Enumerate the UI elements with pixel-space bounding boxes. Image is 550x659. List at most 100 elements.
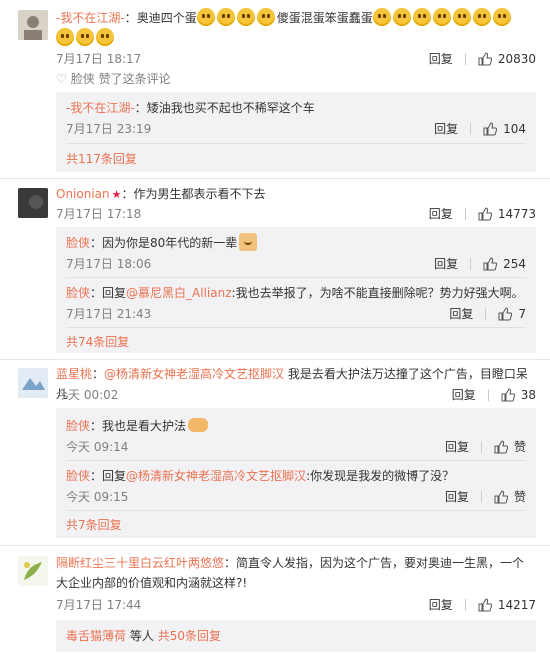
reply-button[interactable]: 回复 — [434, 255, 458, 272]
emoji-icon — [256, 8, 275, 26]
liked-by-note: ♡ 脸侠 赞了这条评论 — [56, 70, 171, 88]
emoji-icon — [216, 8, 235, 26]
reply-text: :我也去举报了，为啥不能直接删除呢？势力好强大啊。 — [231, 286, 524, 300]
emoji-icon — [412, 8, 431, 26]
like-count: 254 — [503, 256, 526, 271]
reply-content: 脸侠：回复@杨清新女神老湿高冷文艺抠脚汉:你发现是我发的微博了没？ — [66, 469, 455, 483]
divider — [0, 178, 550, 179]
like-button[interactable]: 7 — [498, 307, 526, 321]
reply-actions: 回复 赞 — [445, 488, 526, 505]
like-button[interactable]: 赞 — [494, 488, 526, 505]
reply-actions: 回复 赞 — [445, 438, 526, 455]
more-replies-count[interactable]: 共50条回复 — [158, 629, 221, 643]
more-replies-link[interactable]: 共74条回复 — [66, 333, 129, 351]
comment-content: 隔断红尘三十里白云红叶两悠悠：简直令人发指，因为这个广告，要对奥迪一生黑，一个大… — [56, 556, 525, 590]
reply-button[interactable]: 回复 — [452, 386, 476, 403]
emoji-icon — [432, 8, 451, 26]
divider — [470, 122, 472, 135]
reply-button[interactable]: 回复 — [429, 596, 453, 613]
comment-date: 今天 00:02 — [56, 388, 119, 402]
like-count: 14217 — [497, 597, 536, 612]
more-replies-mid: 等人 — [129, 629, 154, 643]
avatar[interactable] — [18, 188, 48, 218]
reply-button[interactable]: 回复 — [429, 205, 453, 222]
reply-actions: 回复 254 — [434, 255, 526, 272]
reply-date: 7月17日 18:06 — [66, 257, 152, 271]
like-button[interactable]: 14217 — [478, 598, 536, 612]
reply-username[interactable]: 脸侠 — [66, 419, 90, 433]
reply-date: 7月17日 21:43 — [66, 307, 152, 321]
emoji-icon — [492, 8, 511, 26]
mention-link[interactable]: @杨清新女神老湿高冷文艺抠脚汉 — [104, 367, 284, 381]
thumbs-up-icon — [494, 439, 508, 453]
like-count: 7 — [518, 306, 526, 321]
reply-username[interactable]: 脸侠 — [66, 469, 90, 483]
more-replies-link[interactable]: 毒舌猫薄荷 等人 共50条回复 — [66, 627, 221, 645]
mention-link[interactable]: @杨清新女神老湿高冷文艺抠脚汉 — [126, 469, 306, 483]
like-button[interactable]: 254 — [483, 257, 526, 271]
emoji-icon — [96, 28, 114, 46]
reply-button[interactable]: 回复 — [449, 305, 473, 322]
thumbs-up-icon — [483, 121, 498, 135]
like-button[interactable]: 赞 — [494, 438, 526, 455]
like-button[interactable]: 38 — [501, 388, 536, 402]
comment-date: 7月17日 17:44 — [56, 598, 142, 612]
thumbs-up-icon — [483, 256, 498, 270]
reply-content: 脸侠：因为你是80年代的新一辈 — [66, 233, 526, 253]
comment-username[interactable]: 隔断红尘三十里白云红叶两悠悠 — [56, 556, 224, 570]
reply-button[interactable]: 回复 — [445, 438, 469, 455]
comment-username[interactable]: 蓝星桃 — [56, 367, 92, 381]
reply-username[interactable]: -我不在江湖- — [66, 101, 135, 115]
reply-text: :你发现是我发的微博了没？ — [306, 469, 455, 483]
more-replies-link[interactable]: 共117条回复 — [66, 150, 137, 168]
reply-button[interactable]: 回复 — [445, 488, 469, 505]
comment-actions: 回复 14773 — [429, 205, 536, 222]
liked-by-text: 脸侠 赞了这条评论 — [70, 72, 171, 86]
comment-text: 作为男生都表示看不下去 — [133, 187, 266, 201]
like-button[interactable]: 20830 — [478, 52, 536, 66]
avatar[interactable] — [18, 10, 48, 40]
divider — [464, 207, 466, 220]
divider — [480, 440, 482, 453]
like-button[interactable]: 14773 — [478, 207, 536, 221]
emoji-icon — [472, 8, 491, 26]
reply-actions: 回复 104 — [434, 120, 526, 137]
like-count: 38 — [520, 387, 536, 402]
mention-link[interactable]: @慕尼黑白_Allianz — [126, 286, 231, 300]
divider — [487, 388, 489, 401]
reply-box: 毒舌猫薄荷 等人 共50条回复 — [56, 620, 536, 652]
thumbs-up-icon — [498, 306, 513, 320]
reply-date: 7月17日 23:19 — [66, 122, 152, 136]
comment-username[interactable]: Onionian — [56, 187, 110, 201]
comment-date: 7月17日 17:18 — [56, 207, 142, 221]
more-replies-link[interactable]: 共7条回复 — [66, 516, 122, 534]
comment-username[interactable]: -我不在江湖- — [56, 11, 125, 25]
comment-content: -我不在江湖-：奥迪四个蛋 傻蛋混蛋笨蛋蠢蛋 — [56, 8, 536, 48]
comment-content: Onionian ★：作为男生都表示看不下去 — [56, 187, 266, 201]
reply-button[interactable]: 回复 — [434, 120, 458, 137]
comment-text: 傻蛋混蛋笨蛋蠢蛋 — [276, 11, 373, 25]
avatar[interactable] — [18, 556, 48, 586]
emoji-icon — [76, 28, 94, 46]
reply-button[interactable]: 回复 — [429, 50, 453, 67]
comment-date: 7月17日 18:17 — [56, 52, 142, 66]
thumbs-up-icon — [501, 387, 515, 401]
reply-username[interactable]: 脸侠 — [66, 286, 90, 300]
reply-actions: 回复 7 — [449, 305, 526, 322]
reply-content: 脸侠：回复@慕尼黑白_Allianz:我也去举报了，为啥不能直接删除呢？势力好强… — [66, 286, 524, 300]
reply-username[interactable]: 脸侠 — [66, 236, 90, 250]
like-count: 赞 — [513, 490, 526, 504]
emoji-icon — [196, 8, 215, 26]
comment-actions: 回复 14217 — [429, 596, 536, 613]
reply-username[interactable]: 毒舌猫薄荷 — [66, 629, 126, 643]
like-button[interactable]: 104 — [483, 122, 526, 136]
avatar[interactable] — [18, 368, 48, 398]
divider — [66, 143, 526, 144]
avatar-image-icon — [18, 10, 48, 40]
emoji-icon — [372, 8, 391, 26]
avatar-image-icon — [18, 368, 48, 398]
divider — [66, 277, 526, 278]
reply-date: 今天 09:14 — [66, 440, 129, 454]
thumbs-up-icon — [494, 489, 508, 503]
divider — [470, 257, 472, 270]
